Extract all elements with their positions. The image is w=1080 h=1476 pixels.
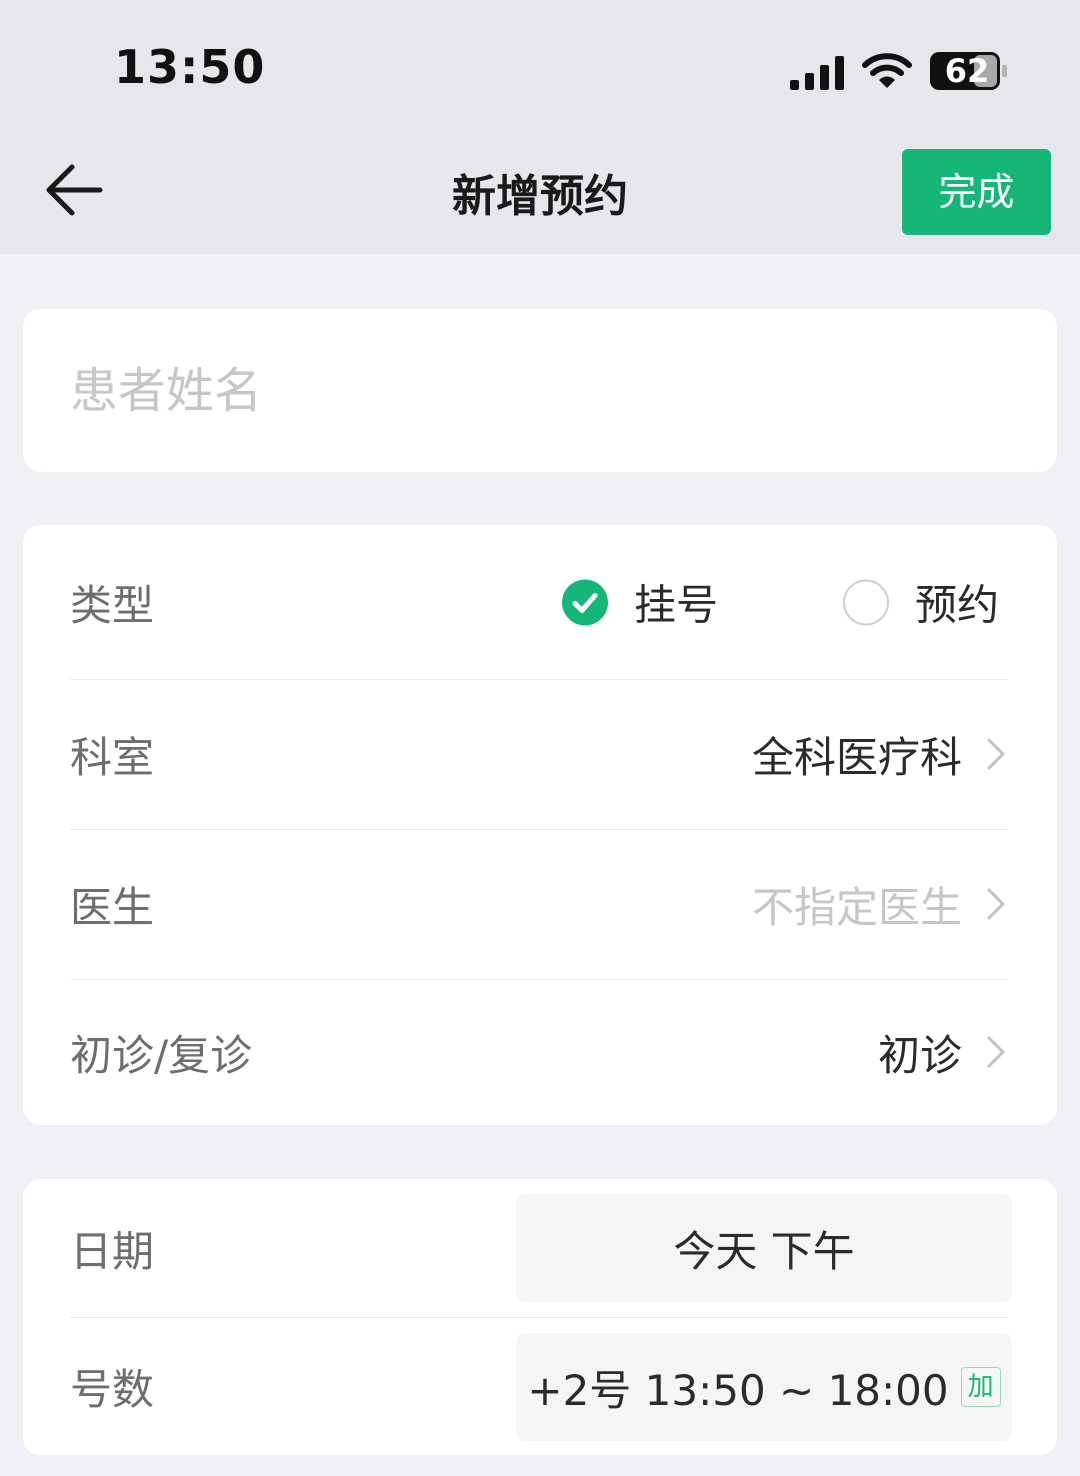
cellular-signal-icon — [790, 56, 844, 90]
department-value: 全科医疗科 — [751, 732, 962, 782]
type-option-appointment[interactable]: 预约 — [843, 572, 999, 633]
visit-type-label: 初诊/复诊 — [70, 1030, 253, 1080]
schedule-card: 日期 今天 下午 号数 +2号 13:50 ~ 18:00 加 — [23, 1179, 1057, 1455]
type-option-appointment-label: 预约 — [915, 580, 1000, 630]
number-value: +2号 13:50 ~ 18:00 — [527, 1365, 949, 1415]
type-row: 类型 挂号 预约 — [70, 525, 1008, 679]
top-bar: 13:50 62 新增预约 完成 — [0, 0, 1080, 254]
date-row: 日期 今天 下午 — [70, 1179, 1012, 1317]
type-label: 类型 — [70, 580, 155, 630]
checked-circle-icon — [562, 579, 608, 625]
appointment-form-card: 类型 挂号 预约 科室 全科医疗科 医生 不指定医生 初诊/复诊 初诊 — [23, 525, 1057, 1125]
done-button[interactable]: 完成 — [902, 149, 1051, 235]
doctor-label: 医生 — [70, 882, 155, 932]
number-picker[interactable]: +2号 13:50 ~ 18:00 加 — [516, 1333, 1012, 1441]
patient-name-input[interactable] — [70, 309, 1010, 472]
back-arrow-icon[interactable] — [44, 162, 104, 218]
chevron-right-icon — [987, 738, 1005, 770]
date-label: 日期 — [70, 1226, 155, 1276]
patient-name-card — [23, 309, 1057, 472]
wifi-icon — [862, 53, 912, 88]
doctor-row[interactable]: 医生 不指定医生 — [70, 829, 1008, 979]
extra-badge: 加 — [960, 1367, 1001, 1407]
chevron-right-icon — [987, 1036, 1005, 1068]
page-title: 新增预约 — [452, 171, 628, 222]
date-picker[interactable]: 今天 下午 — [516, 1194, 1012, 1302]
type-option-register[interactable]: 挂号 — [562, 572, 718, 633]
visit-type-value: 初诊 — [877, 1030, 962, 1080]
visit-type-row[interactable]: 初诊/复诊 初诊 — [70, 979, 1008, 1125]
chevron-right-icon — [987, 888, 1005, 920]
doctor-value: 不指定医生 — [751, 882, 962, 932]
number-row: 号数 +2号 13:50 ~ 18:00 加 — [70, 1317, 1012, 1455]
number-label: 号数 — [70, 1364, 155, 1414]
status-time: 13:50 — [114, 40, 266, 94]
type-option-register-label: 挂号 — [634, 580, 719, 630]
battery-level: 62 — [944, 52, 990, 90]
department-label: 科室 — [70, 732, 155, 782]
department-row[interactable]: 科室 全科医疗科 — [70, 679, 1008, 829]
date-value: 今天 下午 — [673, 1226, 855, 1276]
unchecked-circle-icon — [843, 579, 889, 625]
